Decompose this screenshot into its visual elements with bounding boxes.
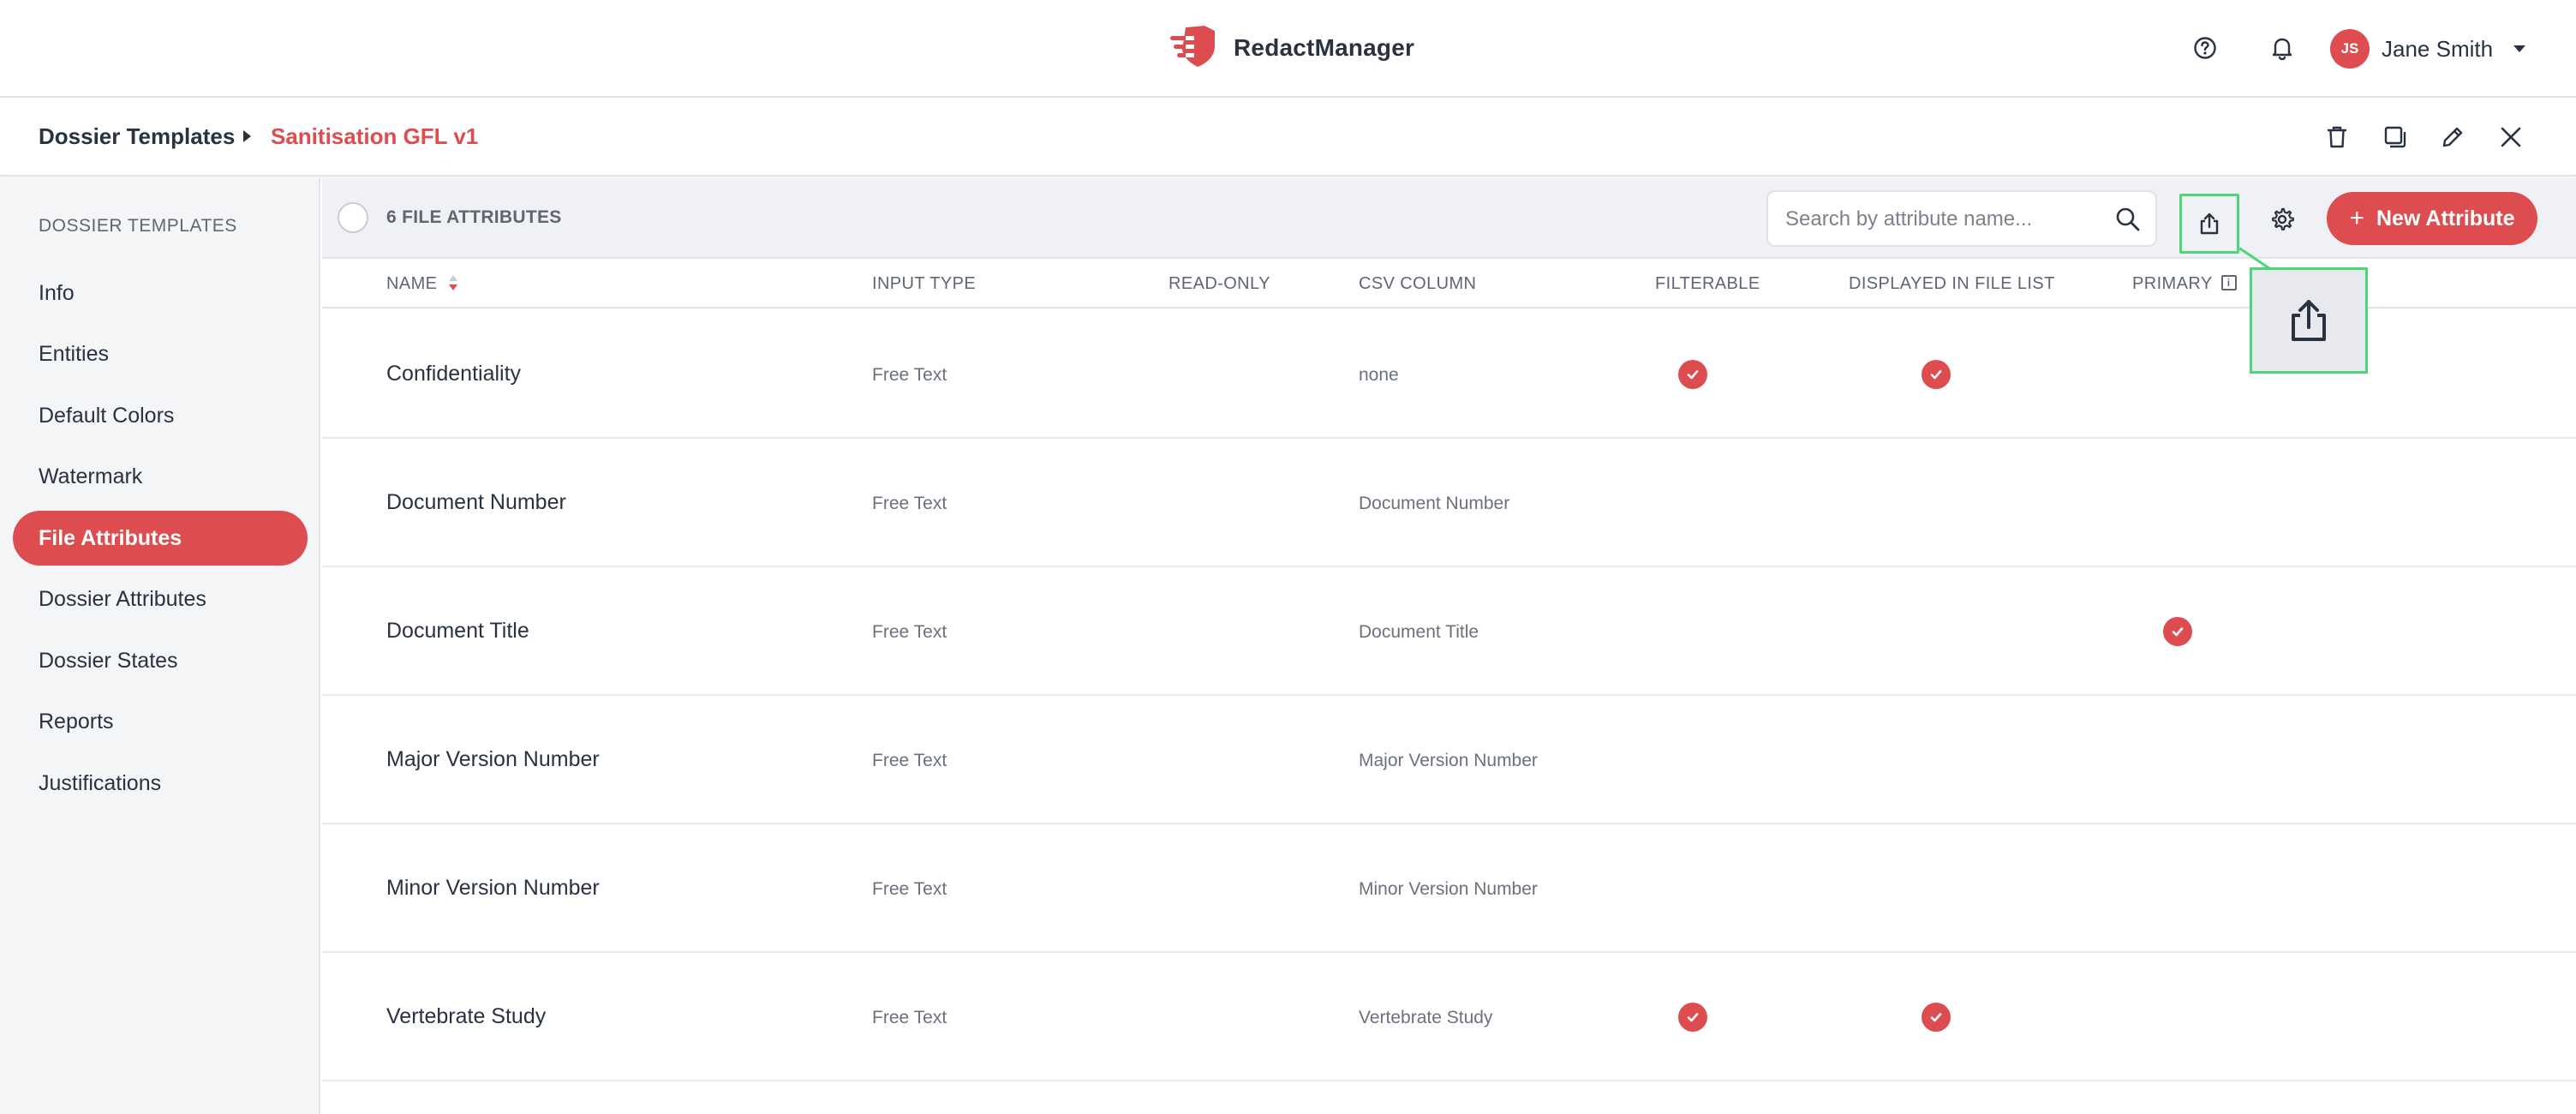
column-header-csv-column: CSV COLUMN xyxy=(1359,274,1477,293)
cell-name: Document Number xyxy=(386,490,566,514)
sidebar-item-watermark[interactable]: Watermark xyxy=(13,449,308,504)
export-button[interactable] xyxy=(2179,194,2239,254)
gear-icon xyxy=(2272,207,2294,231)
cell-csv-column: Document Title xyxy=(1359,622,1479,642)
cell-input-type: Free Text xyxy=(872,494,947,513)
cell-input-type: Free Text xyxy=(872,751,947,770)
column-header-filterable: FILTERABLE xyxy=(1655,274,1760,293)
table-header: NAME INPUT TYPE READ-ONLY CSV COLUMN FIL… xyxy=(322,259,2576,308)
search-icon[interactable] xyxy=(2114,206,2142,233)
breadcrumb-bar: Dossier Templates Sanitisation GFL v1 xyxy=(0,98,2576,177)
breadcrumb-separator-icon xyxy=(243,130,251,142)
breadcrumb-current[interactable]: Sanitisation GFL v1 xyxy=(271,123,478,150)
export-icon xyxy=(2292,300,2326,341)
new-attribute-label: New Attribute xyxy=(2376,206,2515,231)
column-header-read-only: READ-ONLY xyxy=(1168,274,1270,293)
breadcrumb-root[interactable]: Dossier Templates xyxy=(39,123,235,150)
search-box[interactable] xyxy=(1766,190,2157,247)
avatar: JS xyxy=(2330,29,2370,69)
table-row[interactable]: Major Version Number Free Text Major Versi… xyxy=(322,696,2576,824)
cell-name: Vertebrate Study xyxy=(386,1004,547,1028)
column-header-displayed-in-file-list: DISPLAYED IN FILE LIST xyxy=(1849,274,2055,293)
column-header-name-label: NAME xyxy=(386,274,438,293)
plus-icon: + xyxy=(2349,204,2364,232)
notifications-bell-icon[interactable] xyxy=(2265,31,2299,65)
select-all-checkbox[interactable] xyxy=(338,202,368,233)
user-name: Jane Smith xyxy=(2382,35,2494,62)
attribute-count: 6 FILE ATTRIBUTES xyxy=(386,207,562,227)
sort-icon[interactable] xyxy=(449,273,458,292)
column-header-primary: PRIMARY i xyxy=(2132,274,2237,294)
sidebar-item-file-attributes[interactable]: File Attributes xyxy=(13,511,308,566)
edit-pencil-icon[interactable] xyxy=(2436,120,2470,154)
cell-csv-column: Minor Version Number xyxy=(1359,879,1538,899)
cell-name: Major Version Number xyxy=(386,747,600,771)
filterable-check-icon xyxy=(1678,360,1707,389)
cell-csv-column: Document Number xyxy=(1359,494,1510,513)
table-toolbar: 6 FILE ATTRIBUTES + New Attribute xyxy=(322,178,2576,259)
column-header-primary-label: PRIMARY xyxy=(2132,274,2213,293)
table-row[interactable]: Minor Version Number Free Text Minor Versi… xyxy=(322,824,2576,953)
help-icon[interactable] xyxy=(2188,31,2222,65)
filterable-check-icon xyxy=(1678,1003,1707,1032)
table-row[interactable]: Confidentiality Free Text none xyxy=(322,310,2576,439)
primary-check-icon xyxy=(2163,617,2192,646)
table-row[interactable]: Document Title Free Text Document Title xyxy=(322,567,2576,696)
settings-button[interactable] xyxy=(2258,195,2306,243)
cell-csv-column: Vertebrate Study xyxy=(1359,1008,1493,1027)
export-callout xyxy=(2250,267,2368,374)
chevron-down-icon xyxy=(2513,45,2526,52)
sidebar-item-justifications[interactable]: Justifications xyxy=(13,756,308,811)
column-header-input-type: INPUT TYPE xyxy=(872,274,977,293)
info-icon[interactable]: i xyxy=(2220,274,2237,290)
brand[interactable]: RedactManager xyxy=(1170,22,1414,74)
cell-name: Confidentiality xyxy=(386,362,522,386)
sidebar-item-info[interactable]: Info xyxy=(13,266,308,320)
cell-csv-column: Major Version Number xyxy=(1359,751,1538,770)
close-icon[interactable] xyxy=(2494,120,2528,154)
top-bar: RedactManager JS Jane Smith xyxy=(0,0,2576,98)
sidebar-heading: DOSSIER TEMPLATES xyxy=(39,216,237,236)
sidebar-item-reports[interactable]: Reports xyxy=(13,694,308,749)
logo-icon xyxy=(1170,24,1218,73)
export-icon xyxy=(2200,213,2219,235)
cell-input-type: Free Text xyxy=(872,622,947,642)
sidebar-item-dossier-attributes[interactable]: Dossier Attributes xyxy=(13,572,308,626)
sidebar-item-entities[interactable]: Entities xyxy=(13,326,308,381)
displayed-check-icon xyxy=(1922,360,1951,389)
cell-name: Minor Version Number xyxy=(386,876,600,900)
table-row[interactable]: Document Number Free Text Document Number xyxy=(322,439,2576,567)
displayed-check-icon xyxy=(1922,1003,1951,1032)
search-input[interactable] xyxy=(1785,204,2111,235)
cell-csv-column: none xyxy=(1359,365,1399,385)
duplicate-icon[interactable] xyxy=(2378,120,2412,154)
sidebar-item-dossier-states[interactable]: Dossier States xyxy=(13,633,308,688)
delete-icon[interactable] xyxy=(2320,120,2354,154)
cell-name: Document Title xyxy=(386,619,529,643)
cell-input-type: Free Text xyxy=(872,365,947,385)
user-menu[interactable]: JS Jane Smith xyxy=(2330,29,2526,69)
brand-name: RedactManager xyxy=(1234,34,1415,61)
new-attribute-button[interactable]: + New Attribute xyxy=(2327,192,2537,245)
sidebar: DOSSIER TEMPLATES Info Entities Default … xyxy=(0,178,320,1114)
cell-input-type: Free Text xyxy=(872,879,947,899)
cell-input-type: Free Text xyxy=(872,1008,947,1027)
sidebar-item-default-colors[interactable]: Default Colors xyxy=(13,388,308,443)
column-header-name[interactable]: NAME xyxy=(386,273,458,294)
table-row[interactable]: Vertebrate Study Free Text Vertebrate Stud… xyxy=(322,953,2576,1081)
